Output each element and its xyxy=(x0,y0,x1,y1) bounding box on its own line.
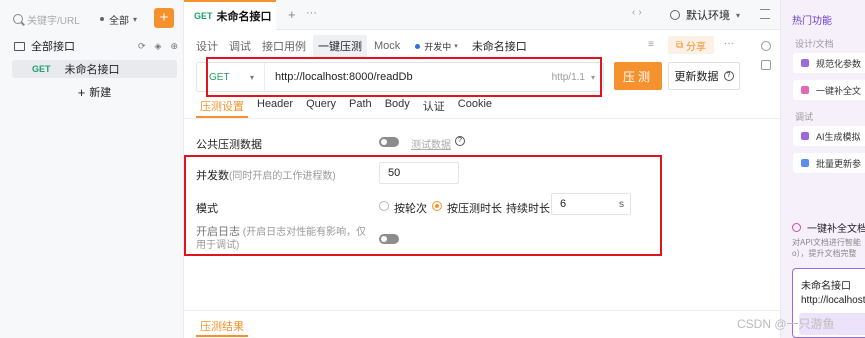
filter-select[interactable]: 全部 ▾ xyxy=(100,10,137,28)
tab-bar: GET 未命名接口 + ··· ‹› 默认环境 ▾ xyxy=(184,0,780,30)
tab-path[interactable]: Path xyxy=(349,98,372,116)
tab-auth[interactable]: 认证 xyxy=(423,98,445,116)
fill-docs-desc: 对API文档进行智能 o），提升文档完整 xyxy=(792,238,861,258)
feature-ai-mock[interactable]: AI生成模拟 xyxy=(793,126,865,146)
active-tab-underline xyxy=(196,335,248,337)
status-dot-icon xyxy=(415,43,421,49)
subtab-load-test[interactable]: 一键压测 xyxy=(313,35,367,57)
settings-icon[interactable]: ◈ xyxy=(155,41,162,52)
new-button[interactable]: + 新建 xyxy=(12,82,177,102)
hot-features-title: 热门功能 xyxy=(792,16,832,27)
mode-rounds-radio[interactable] xyxy=(379,201,389,211)
complete-icon xyxy=(801,86,809,94)
chevron-down-icon: ▾ xyxy=(454,43,458,50)
close-circle-icon[interactable] xyxy=(761,41,771,51)
more-button[interactable]: ··· xyxy=(724,38,734,49)
highlight-box-url xyxy=(206,57,602,97)
duration-input[interactable]: 6 s xyxy=(551,193,631,215)
divider xyxy=(184,118,780,119)
request-tabs: 压测设置 Header Query Path Body 认证 Cookie xyxy=(200,98,505,116)
add-api-button[interactable]: + xyxy=(154,8,174,28)
panel-icon[interactable] xyxy=(761,60,771,70)
share-button[interactable]: ⧉ 分享 xyxy=(668,36,714,54)
log-toggle[interactable] xyxy=(379,234,399,244)
tab-load-results[interactable]: 压测结果 xyxy=(200,318,244,334)
status-select[interactable]: 开发中 ▾ xyxy=(415,40,458,53)
subtab-design[interactable]: 设计 xyxy=(196,36,218,56)
subtab-debug[interactable]: 调试 xyxy=(229,36,251,56)
load-test-button[interactable]: 压测 xyxy=(614,62,662,90)
tab-nav-arrows[interactable]: ‹› xyxy=(632,7,645,18)
mode-rounds-label: 按轮次 xyxy=(394,203,427,215)
search-icon xyxy=(13,14,23,24)
tab-load-settings[interactable]: 压测设置 xyxy=(200,98,244,116)
add-folder-icon[interactable]: ⊕ xyxy=(170,41,178,52)
method-badge: GET xyxy=(32,64,51,74)
ai-icon xyxy=(801,132,809,140)
filter-dot-icon xyxy=(100,17,104,21)
api-sidebar: 关键字/URL 全部 ▾ + 全部接口 ⟳ ◈ ⊕ GET 未命名接口 + 新建 xyxy=(0,0,184,338)
test-data-link[interactable]: 测试数据 xyxy=(411,136,451,151)
tab-body[interactable]: Body xyxy=(385,98,410,116)
tab-header[interactable]: Header xyxy=(257,98,293,116)
chevron-down-icon: ▾ xyxy=(133,14,138,24)
tab-query[interactable]: Query xyxy=(306,98,336,116)
group-label: 调试 xyxy=(795,112,814,122)
public-data-toggle[interactable] xyxy=(379,137,399,147)
feature-complete-docs[interactable]: 一键补全文 xyxy=(793,80,865,100)
all-apis-folder[interactable]: 全部接口 ⟳ ◈ ⊕ xyxy=(14,38,178,54)
api-list-item[interactable]: GET 未命名接口 xyxy=(12,60,177,78)
normalize-icon xyxy=(801,59,809,67)
tab-more-button[interactable]: ··· xyxy=(306,7,317,19)
environment-icon xyxy=(670,10,680,20)
tab-api[interactable]: GET 未命名接口 xyxy=(184,0,276,30)
search-input[interactable]: 关键字/URL xyxy=(13,10,95,28)
refresh-icon[interactable]: ⟳ xyxy=(138,41,146,52)
group-label: 设计/文档 xyxy=(795,39,834,49)
subtab-cases[interactable]: 接口用例 xyxy=(262,36,306,56)
mode-duration-label: 按压测时长 xyxy=(447,203,502,215)
method-badge: GET xyxy=(194,11,213,21)
divider xyxy=(184,310,780,311)
new-tab-button[interactable]: + xyxy=(288,7,296,22)
api-title[interactable]: 未命名接口 xyxy=(472,38,527,54)
update-data-button[interactable]: 更新数据 ? xyxy=(668,62,740,90)
concurrency-input[interactable]: 50 xyxy=(379,162,459,184)
environment-select[interactable]: 默认环境 ▾ xyxy=(670,6,740,24)
chevron-down-icon: ▾ xyxy=(736,10,741,20)
mode-label: 模式 xyxy=(196,203,218,215)
duration-label: 持续时长: xyxy=(506,203,554,215)
format-icon[interactable]: ≡ xyxy=(648,39,654,50)
watermark: CSDN @一只游鱼 xyxy=(737,317,835,331)
api-name: 未命名接口 xyxy=(64,64,120,76)
public-data-label: 公共压测数据 xyxy=(196,139,262,151)
ai-assistant-panel: 热门功能 设计/文档 规范化参数 一键补全文 调试 AI生成模拟 批量更新参 一… xyxy=(781,0,865,338)
feature-normalize-params[interactable]: 规范化参数 xyxy=(793,53,865,73)
duration-unit: s xyxy=(619,198,624,210)
subtab-mock[interactable]: Mock xyxy=(374,38,400,54)
log-label: 开启日志 (开启日志对性能有影响，仅用于调试) xyxy=(196,226,367,251)
share-icon: ⧉ xyxy=(676,39,686,51)
help-icon: ? xyxy=(455,136,465,146)
tab-cookie[interactable]: Cookie xyxy=(458,98,492,116)
menu-icon[interactable] xyxy=(760,9,770,19)
fill-docs-icon xyxy=(792,223,801,232)
concurrency-hint: (同时开启的工作进程数) xyxy=(229,171,336,182)
fill-docs-title: 一键补全文档 xyxy=(792,220,865,235)
mode-duration-radio[interactable] xyxy=(432,201,442,211)
help-icon: ? xyxy=(723,71,734,81)
batch-icon xyxy=(801,159,809,167)
folder-icon xyxy=(14,41,25,51)
api-subtabs: 设计 调试 接口用例 一键压测 Mock 开发中 ▾ 未命名接口 ≡ ⧉ 分享 … xyxy=(196,35,756,57)
side-icon-strip xyxy=(756,36,776,338)
feature-batch-update[interactable]: 批量更新参 xyxy=(793,153,865,173)
concurrency-label: 并发数(同时开启的工作进程数) xyxy=(196,170,336,182)
plus-icon: + xyxy=(77,84,86,100)
